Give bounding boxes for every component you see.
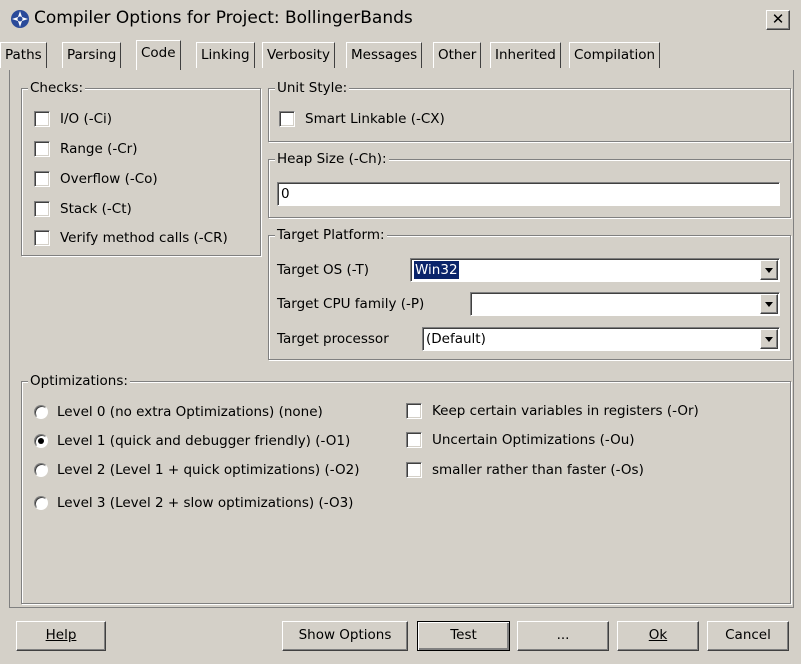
checkbox-box[interactable] bbox=[34, 171, 50, 187]
checkbox-box[interactable] bbox=[34, 230, 50, 246]
checkbox-box[interactable] bbox=[34, 141, 50, 157]
checkbox-box[interactable] bbox=[406, 432, 422, 448]
unit-style-group-label: Unit Style: bbox=[275, 80, 350, 96]
tab-strip: Paths Parsing Code Linking Verbosity Mes… bbox=[0, 40, 801, 70]
tab-compilation[interactable]: Compilation bbox=[569, 42, 661, 68]
checkbox-box[interactable] bbox=[34, 111, 50, 127]
radio-button[interactable] bbox=[34, 496, 48, 510]
target-processor-value: (Default) bbox=[426, 331, 486, 347]
close-icon: ✕ bbox=[771, 10, 785, 28]
target-os-label: Target OS (-T) bbox=[277, 262, 369, 278]
tab-code[interactable]: Code bbox=[136, 40, 181, 70]
checkbox-smaller-label: smaller rather than faster (-Os) bbox=[432, 462, 644, 478]
window-title: Compiler Options for Project: BollingerB… bbox=[34, 8, 413, 28]
checkbox-uncertain-optimizations[interactable]: Uncertain Optimizations (-Ou) bbox=[406, 432, 635, 448]
radio-level-2-label: Level 2 (Level 1 + quick optimizations) … bbox=[57, 462, 360, 478]
target-os-value: Win32 bbox=[414, 261, 459, 279]
checkbox-keep-registers-label: Keep certain variables in registers (-Or… bbox=[432, 403, 699, 419]
test-button-label: Test bbox=[450, 627, 477, 643]
radio-level-1-label: Level 1 (quick and debugger friendly) (-… bbox=[57, 433, 351, 449]
radio-level-3[interactable]: Level 3 (Level 2 + slow optimizations) (… bbox=[34, 495, 353, 511]
radio-level-3-label: Level 3 (Level 2 + slow optimizations) (… bbox=[57, 495, 354, 511]
checkbox-io-label: I/O (-Ci) bbox=[60, 111, 113, 127]
target-cpu-select[interactable] bbox=[470, 292, 780, 316]
checkbox-box[interactable] bbox=[279, 111, 295, 127]
checkbox-stack[interactable]: Stack (-Ct) bbox=[34, 201, 132, 217]
tab-other[interactable]: Other bbox=[433, 42, 482, 68]
target-os-select[interactable]: Win32 bbox=[410, 258, 780, 282]
tab-linking[interactable]: Linking bbox=[196, 42, 255, 68]
target-platform-group-label: Target Platform: bbox=[275, 227, 387, 243]
ok-button[interactable]: Ok bbox=[617, 621, 699, 651]
checkbox-box[interactable] bbox=[406, 462, 422, 478]
ok-button-label: Ok bbox=[648, 627, 668, 643]
checkbox-stack-label: Stack (-Ct) bbox=[60, 201, 132, 217]
target-processor-select[interactable]: (Default) bbox=[422, 327, 780, 351]
checkbox-range[interactable]: Range (-Cr) bbox=[34, 141, 137, 157]
target-processor-label: Target processor bbox=[277, 331, 389, 347]
optimizations-group-label: Optimizations: bbox=[28, 373, 130, 389]
checks-group-label: Checks: bbox=[28, 80, 86, 96]
checkbox-overflow[interactable]: Overflow (-Co) bbox=[34, 171, 158, 187]
checkbox-verify-label: Verify method calls (-CR) bbox=[60, 230, 228, 246]
ellipsis-button-label: ... bbox=[556, 627, 570, 643]
radio-level-0[interactable]: Level 0 (no extra Optimizations) (none) bbox=[34, 404, 323, 420]
checkbox-smart-linkable[interactable]: Smart Linkable (-CX) bbox=[279, 111, 445, 127]
checkbox-box[interactable] bbox=[406, 403, 422, 419]
checkbox-io[interactable]: I/O (-Ci) bbox=[34, 111, 112, 127]
tab-parsing[interactable]: Parsing bbox=[62, 42, 122, 68]
radio-button[interactable] bbox=[34, 405, 48, 419]
radio-level-1[interactable]: Level 1 (quick and debugger friendly) (-… bbox=[34, 433, 350, 449]
show-options-button[interactable]: Show Options bbox=[282, 621, 408, 651]
chevron-down-icon[interactable] bbox=[760, 329, 778, 349]
title-bar[interactable]: Compiler Options for Project: BollingerB… bbox=[0, 0, 801, 38]
target-cpu-label: Target CPU family (-P) bbox=[277, 296, 425, 312]
radio-level-0-label: Level 0 (no extra Optimizations) (none) bbox=[57, 404, 323, 420]
cancel-button[interactable]: Cancel bbox=[707, 621, 789, 651]
radio-level-2[interactable]: Level 2 (Level 1 + quick optimizations) … bbox=[34, 462, 359, 478]
checkbox-smart-linkable-label: Smart Linkable (-CX) bbox=[305, 111, 445, 127]
chevron-down-icon[interactable] bbox=[760, 294, 778, 314]
checkbox-verify-method-calls[interactable]: Verify method calls (-CR) bbox=[34, 230, 228, 246]
checkbox-box[interactable] bbox=[34, 201, 50, 217]
help-button-label: Help bbox=[45, 627, 77, 643]
chevron-down-icon[interactable] bbox=[760, 260, 778, 280]
radio-button[interactable] bbox=[34, 434, 48, 448]
show-options-label: Show Options bbox=[298, 627, 392, 643]
tab-verbosity[interactable]: Verbosity bbox=[262, 42, 335, 68]
checkbox-keep-registers[interactable]: Keep certain variables in registers (-Or… bbox=[406, 403, 699, 419]
radio-button[interactable] bbox=[34, 463, 48, 477]
close-button[interactable]: ✕ bbox=[766, 10, 790, 30]
checkbox-range-label: Range (-Cr) bbox=[60, 141, 138, 157]
tab-messages[interactable]: Messages bbox=[346, 42, 423, 68]
tab-paths[interactable]: Paths bbox=[0, 42, 47, 68]
lazarus-app-icon bbox=[11, 10, 29, 28]
checkbox-uncertain-label: Uncertain Optimizations (-Ou) bbox=[432, 432, 635, 448]
checkbox-overflow-label: Overflow (-Co) bbox=[60, 171, 158, 187]
tab-inherited[interactable]: Inherited bbox=[490, 42, 561, 68]
heap-size-input[interactable]: 0 bbox=[277, 182, 780, 206]
ellipsis-button[interactable]: ... bbox=[517, 621, 609, 651]
heap-size-group-label: Heap Size (-Ch): bbox=[275, 151, 389, 167]
help-button[interactable]: Help bbox=[16, 621, 106, 651]
cancel-button-label: Cancel bbox=[725, 627, 771, 643]
checkbox-smaller-faster[interactable]: smaller rather than faster (-Os) bbox=[406, 462, 644, 478]
test-button[interactable]: Test bbox=[417, 621, 510, 651]
